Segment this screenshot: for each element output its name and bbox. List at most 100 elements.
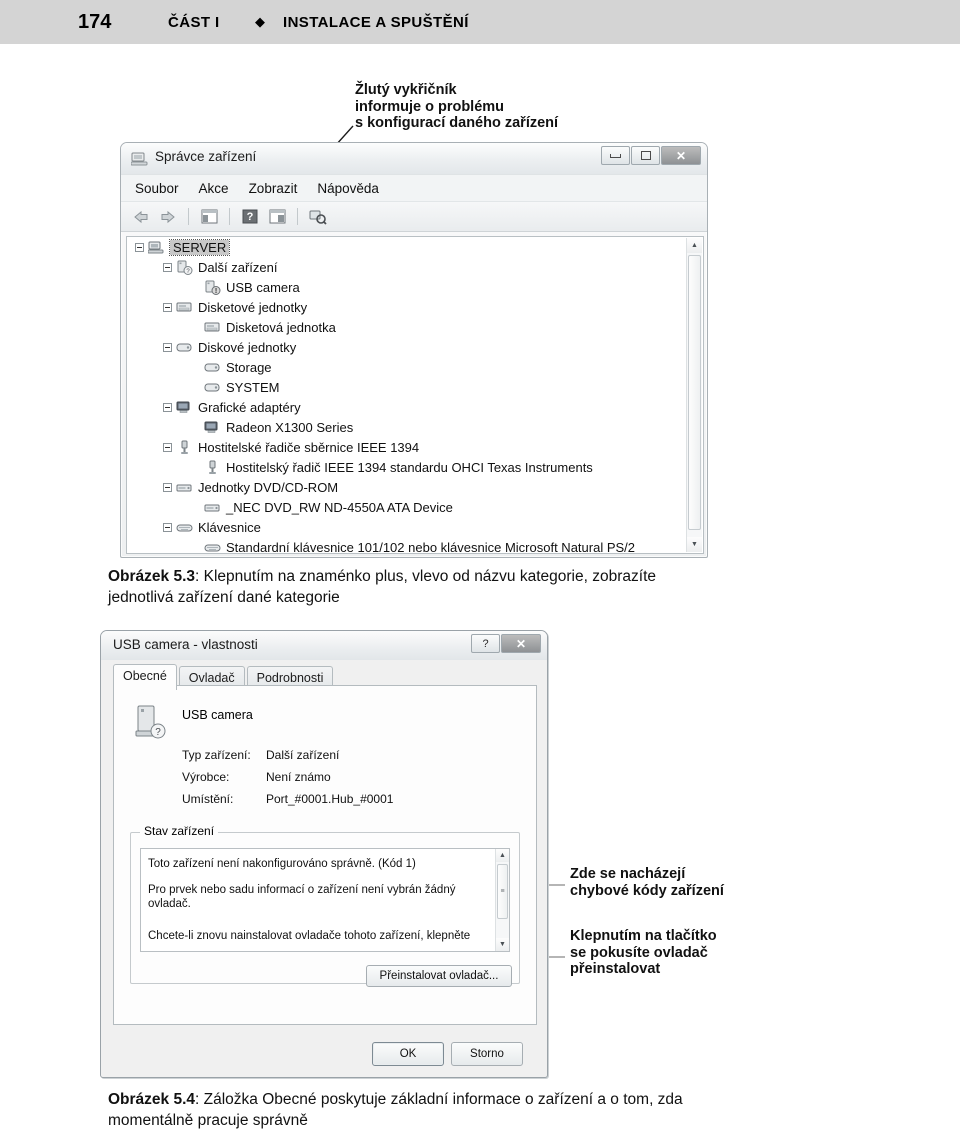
tree-item-label: USB camera <box>226 279 300 295</box>
device-tree-rows[interactable]: SERVER? Další zařízení! USB camera Disketov… <box>127 237 703 554</box>
properties-title: USB camera - vlastnosti <box>113 637 258 652</box>
tree-item[interactable]: SERVER <box>127 237 703 257</box>
device-tree[interactable]: SERVER? Další zařízení! USB camera Disketov… <box>126 236 704 554</box>
device-manager-icon <box>130 150 148 166</box>
tree-item-label: _NEC DVD_RW ND-4550A ATA Device <box>226 499 453 515</box>
tree-item-label: Hostitelské řadiče sběrnice IEEE 1394 <box>198 439 420 455</box>
tree-item-label: Storage <box>226 359 272 375</box>
running-head: 174 ČÁST I ◆ INSTALACE A SPUŠTĚNÍ <box>0 0 960 44</box>
status-textbox-scrollbar[interactable]: ▲ ≡ ▼ <box>495 849 509 951</box>
close-button[interactable]: ✕ <box>661 146 701 165</box>
tree-item[interactable]: Hostitelský řadič IEEE 1394 standardu OH… <box>127 457 703 477</box>
tree-item[interactable]: Grafické adaptéry <box>127 397 703 417</box>
tree-collapse-toggle-icon[interactable] <box>163 302 172 312</box>
part-label: ČÁST I <box>168 14 220 31</box>
scroll-down-arrow-icon[interactable]: ▼ <box>496 938 509 951</box>
menu-item-napoveda[interactable]: Nápověda <box>317 181 379 196</box>
tree-collapse-toggle-icon[interactable] <box>163 522 172 532</box>
property-value-device-type: Další zařízení <box>266 748 340 762</box>
callout-yellow-exclamation: Žlutý vykřičník informuje o problému s k… <box>355 82 559 131</box>
tab-obecne[interactable]: Obecné <box>113 664 177 690</box>
scroll-down-arrow-icon[interactable]: ▼ <box>687 537 702 552</box>
tree-item-label: SERVER <box>168 238 231 256</box>
usb-camera-properties-dialog[interactable]: USB camera - vlastnosti ? ✕ Obecné Ovlad… <box>100 630 548 1078</box>
disk-icon <box>204 380 221 395</box>
reinstall-driver-button[interactable]: Přeinstalovat ovladač... <box>366 965 512 987</box>
help-icon[interactable]: ? <box>239 206 261 227</box>
device-manager-menubar[interactable]: Soubor Akce Zobrazit Nápověda <box>121 174 707 202</box>
scan-hardware-changes-icon[interactable] <box>307 206 329 227</box>
tree-item[interactable]: Klávesnice <box>127 517 703 537</box>
tree-item-label: Radeon X1300 Series <box>226 419 354 435</box>
properties-titlebar[interactable]: USB camera - vlastnosti ? ✕ <box>101 631 547 660</box>
tree-collapse-toggle-icon[interactable] <box>163 402 172 412</box>
figure-caption-5-3: Obrázek 5.3: Klepnutím na znaménko plus,… <box>108 566 668 608</box>
tree-item[interactable]: SYSTEM <box>127 377 703 397</box>
diamond-separator-icon: ◆ <box>255 14 265 29</box>
minimize-button[interactable] <box>601 146 630 165</box>
tree-item-label: Jednotky DVD/CD-ROM <box>198 479 339 495</box>
tree-item[interactable]: Radeon X1300 Series <box>127 417 703 437</box>
help-button[interactable]: ? <box>471 634 500 653</box>
close-button[interactable]: ✕ <box>501 634 541 653</box>
device-name: USB camera <box>182 708 253 722</box>
tree-collapse-toggle-icon[interactable] <box>163 482 172 492</box>
scrollbar-thumb[interactable]: ≡ <box>497 864 508 919</box>
status-line-1: Toto zařízení není nakonfigurováno správ… <box>148 858 416 870</box>
device-manager-window-buttons[interactable]: ✕ <box>601 146 701 165</box>
floppy-icon <box>176 300 193 315</box>
tree-item[interactable]: _NEC DVD_RW ND-4550A ATA Device <box>127 497 703 517</box>
device-manager-toolbar[interactable]: ? <box>121 202 707 232</box>
maximize-button[interactable] <box>631 146 660 165</box>
back-arrow-icon[interactable] <box>130 206 152 227</box>
device-manager-titlebar[interactable]: Správce zařízení ✕ <box>121 143 707 174</box>
tree-item[interactable]: Hostitelské řadiče sběrnice IEEE 1394 <box>127 437 703 457</box>
property-value-location: Port_#0001.Hub_#0001 <box>266 792 394 806</box>
device-status-textbox[interactable]: Toto zařízení není nakonfigurováno správ… <box>140 848 510 952</box>
show-hide-console-tree-icon[interactable] <box>198 206 220 227</box>
scroll-up-arrow-icon[interactable]: ▲ <box>687 238 702 253</box>
property-key-location: Umístění: <box>182 792 234 806</box>
tree-collapse-toggle-icon[interactable] <box>135 242 144 252</box>
property-key-manufacturer: Výrobce: <box>182 770 230 784</box>
tree-collapse-toggle-icon[interactable] <box>163 442 172 452</box>
tree-item-label: Standardní klávesnice 101/102 nebo kláve… <box>226 539 636 554</box>
display-icon <box>176 400 193 415</box>
dvd-icon <box>176 480 193 495</box>
tree-item[interactable]: ? Další zařízení <box>127 257 703 277</box>
ok-button[interactable]: OK <box>372 1042 444 1066</box>
tree-collapse-toggle-icon[interactable] <box>163 262 172 272</box>
tree-item[interactable]: Diskové jednotky <box>127 337 703 357</box>
device-status-group-label: Stav zařízení <box>140 824 219 838</box>
forward-arrow-icon[interactable] <box>157 206 179 227</box>
menu-item-zobrazit[interactable]: Zobrazit <box>249 181 298 196</box>
tree-item[interactable]: ! USB camera <box>127 277 703 297</box>
property-value-manufacturer: Není známo <box>266 770 331 784</box>
unknown-device-icon: ? <box>176 260 193 275</box>
scrollbar-thumb[interactable] <box>688 255 701 530</box>
tree-collapse-toggle-icon[interactable] <box>163 342 172 352</box>
device-tree-scrollbar[interactable]: ▲ ▼ <box>686 238 702 552</box>
menu-item-akce[interactable]: Akce <box>199 181 229 196</box>
property-key-device-type: Typ zařízení: <box>182 748 251 762</box>
figure-caption-5-4-label: Obrázek 5.4 <box>108 1091 196 1108</box>
toolbar-separator <box>229 208 230 225</box>
cancel-button[interactable]: Storno <box>451 1042 523 1066</box>
properties-icon[interactable] <box>266 206 288 227</box>
tree-item[interactable]: Storage <box>127 357 703 377</box>
tree-item[interactable]: Disketové jednotky <box>127 297 703 317</box>
chapter-label: INSTALACE A SPUŠTĚNÍ <box>283 14 469 31</box>
svg-text:!: ! <box>215 288 217 295</box>
scroll-up-arrow-icon[interactable]: ▲ <box>496 849 509 862</box>
unknown-device-icon: ? <box>134 704 166 740</box>
svg-text:?: ? <box>247 211 254 223</box>
properties-window-buttons[interactable]: ? ✕ <box>471 634 541 653</box>
tree-item[interactable]: Disketová jednotka <box>127 317 703 337</box>
tree-item[interactable]: Standardní klávesnice 101/102 nebo kláve… <box>127 537 703 554</box>
keyboard-icon <box>176 520 193 535</box>
floppy-icon <box>204 320 221 335</box>
tree-item[interactable]: Jednotky DVD/CD-ROM <box>127 477 703 497</box>
device-manager-window[interactable]: Správce zařízení ✕ Soubor Akce Zobrazit … <box>120 142 708 558</box>
menu-item-soubor[interactable]: Soubor <box>135 181 179 196</box>
status-line-2: Pro prvek nebo sadu informací o zařízení… <box>148 884 456 910</box>
